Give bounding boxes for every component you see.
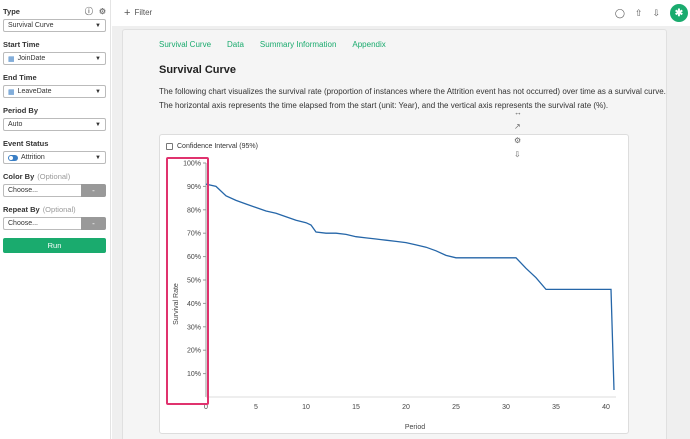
type-section-label: Type ⓘ ⚙	[3, 7, 106, 16]
filter-button[interactable]: + Filter	[124, 6, 153, 19]
color-by-optional: (Optional)	[37, 172, 71, 181]
chart-container: Confidence Interval (95%) 10% 20% 30% 40% 50…	[159, 134, 629, 434]
color-by-label: Color By	[3, 172, 35, 181]
chevron-down-icon: ▼	[95, 55, 101, 62]
comment-icon[interactable]: ◯	[615, 8, 625, 19]
period-by-value: Auto	[8, 121, 23, 128]
end-time-select[interactable]: ▦ LeaveDate ▼	[3, 85, 106, 98]
tab-survival-curve[interactable]: Survival Curve	[159, 40, 211, 49]
tab-summary-information[interactable]: Summary Information	[260, 40, 336, 49]
chevron-down-icon: ▼	[95, 88, 101, 95]
event-status-label: Event Status	[3, 139, 49, 148]
calendar-icon: ▦	[8, 55, 15, 63]
settings-sidebar: Type ⓘ ⚙ Survival Curve ▼ Start Time ▦ J…	[0, 0, 111, 439]
tab-appendix[interactable]: Appendix	[352, 40, 385, 49]
download-icon[interactable]: ⇩	[652, 8, 660, 19]
survival-chart: 10%20%30%40%50%60%70%80%90%100%0 5 10 15 20 2…	[173, 161, 616, 431]
period-by-select[interactable]: Auto ▼	[3, 118, 106, 131]
run-button[interactable]: Run	[3, 238, 106, 253]
survival-curve-line	[205, 183, 615, 391]
y-axis-highlight-box	[166, 157, 209, 405]
chevron-down-icon: ▼	[95, 154, 101, 161]
expand-icon[interactable]: ↔	[514, 108, 522, 117]
x-tick-label: 15	[352, 404, 360, 411]
x-axis-label: Period	[405, 424, 425, 431]
event-status-value: Attrition	[21, 154, 45, 161]
start-time-label: Start Time	[3, 40, 40, 49]
repeat-by-label: Repeat By	[3, 205, 40, 214]
chart-toolbar: ↔ ↗ ⚙ ⇩	[514, 108, 522, 159]
gear-icon[interactable]: ⚙	[99, 7, 106, 16]
x-tick-label: 35	[552, 404, 560, 411]
plus-icon: +	[124, 6, 131, 19]
end-time-label: End Time	[3, 73, 37, 82]
tab-data[interactable]: Data	[227, 40, 244, 49]
chart-description: The following chart visualizes the survi…	[159, 87, 666, 110]
x-tick-label: 10	[302, 404, 310, 411]
x-tick-label: 20	[402, 404, 410, 411]
event-status-select[interactable]: Attrition ▼	[3, 151, 106, 164]
type-select-value: Survival Curve	[8, 22, 54, 29]
share-icon[interactable]: ⇧	[635, 8, 643, 19]
start-time-select[interactable]: ▦ JoinDate ▼	[3, 52, 106, 65]
gear-icon[interactable]: ⚙	[514, 136, 522, 145]
repeat-by-row: Choose... -	[3, 217, 106, 230]
end-time-value: LeaveDate	[17, 88, 52, 95]
tab-bar: Survival Curve Data Summary Information …	[159, 40, 386, 49]
repeat-by-remove-button[interactable]: -	[81, 217, 106, 230]
x-tick-label: 5	[254, 404, 258, 411]
help-icon[interactable]: ⓘ	[85, 7, 93, 16]
color-by-input[interactable]: Choose...	[3, 184, 81, 197]
toggle-icon	[8, 154, 18, 161]
x-tick-label: 0	[204, 404, 208, 411]
download-icon[interactable]: ⇩	[514, 150, 522, 159]
start-time-value: JoinDate	[17, 55, 46, 62]
pin-avatar[interactable]: ✱	[670, 4, 688, 22]
type-label: Type	[3, 7, 20, 16]
chevron-down-icon: ▼	[95, 22, 101, 29]
resize-icon[interactable]: ↗	[514, 122, 522, 131]
repeat-by-input[interactable]: Choose...	[3, 217, 81, 230]
filter-label: Filter	[134, 8, 153, 17]
period-by-label: Period By	[3, 106, 39, 115]
top-bar: + Filter ◯ ⇧ ⇩ ✱	[112, 0, 690, 26]
chevron-down-icon: ▼	[95, 121, 101, 128]
x-tick-label: 40	[602, 404, 610, 411]
repeat-by-optional: (Optional)	[42, 205, 76, 214]
x-tick-label: 30	[502, 404, 510, 411]
color-by-row: Choose... -	[3, 184, 106, 197]
calendar-icon: ▦	[8, 88, 15, 96]
type-select[interactable]: Survival Curve ▼	[3, 19, 106, 32]
x-tick-label: 25	[452, 404, 460, 411]
section-title: Survival Curve	[159, 64, 237, 76]
color-by-remove-button[interactable]: -	[81, 184, 106, 197]
